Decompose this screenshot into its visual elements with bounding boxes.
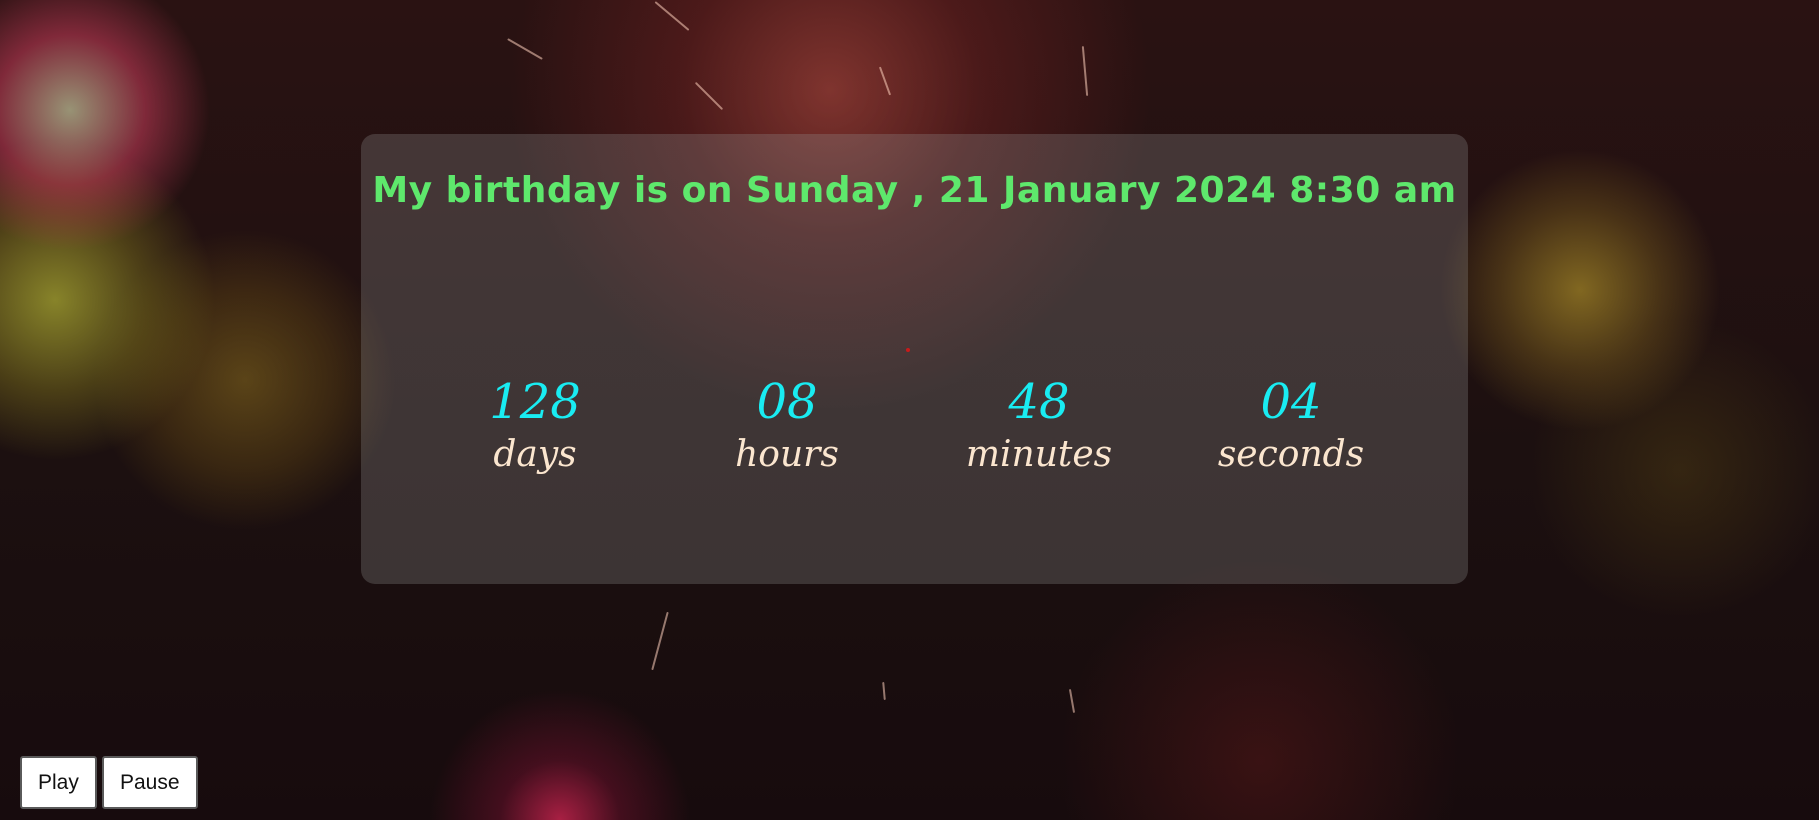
spark-streak xyxy=(1068,689,1076,713)
spark-streak xyxy=(654,1,690,31)
days-value: 128 xyxy=(489,374,581,430)
play-button[interactable]: Play xyxy=(20,756,97,809)
minutes-value: 48 xyxy=(1008,374,1070,430)
countdown-days: 128 days xyxy=(455,374,615,480)
seconds-value: 04 xyxy=(1260,374,1322,430)
page-title: My birthday is on Sunday , 21 January 20… xyxy=(372,170,1457,211)
spark-streak xyxy=(507,38,543,60)
countdown-card: My birthday is on Sunday , 21 January 20… xyxy=(361,134,1468,584)
countdown-seconds: 04 seconds xyxy=(1211,374,1371,480)
hours-value: 08 xyxy=(756,374,818,430)
spark-streak xyxy=(1081,46,1089,96)
spark-streak xyxy=(694,81,724,111)
pause-button[interactable]: Pause xyxy=(102,756,198,809)
spark-streak xyxy=(882,681,886,701)
minutes-label: minutes xyxy=(965,434,1113,475)
seconds-label: seconds xyxy=(1217,434,1365,475)
red-dot xyxy=(906,348,910,352)
hours-label: hours xyxy=(735,434,839,475)
countdown-minutes: 48 minutes xyxy=(959,374,1119,480)
spark-streak xyxy=(651,611,669,671)
countdown-hours: 08 hours xyxy=(707,374,867,480)
spark-streak xyxy=(878,66,892,96)
days-label: days xyxy=(493,434,577,475)
